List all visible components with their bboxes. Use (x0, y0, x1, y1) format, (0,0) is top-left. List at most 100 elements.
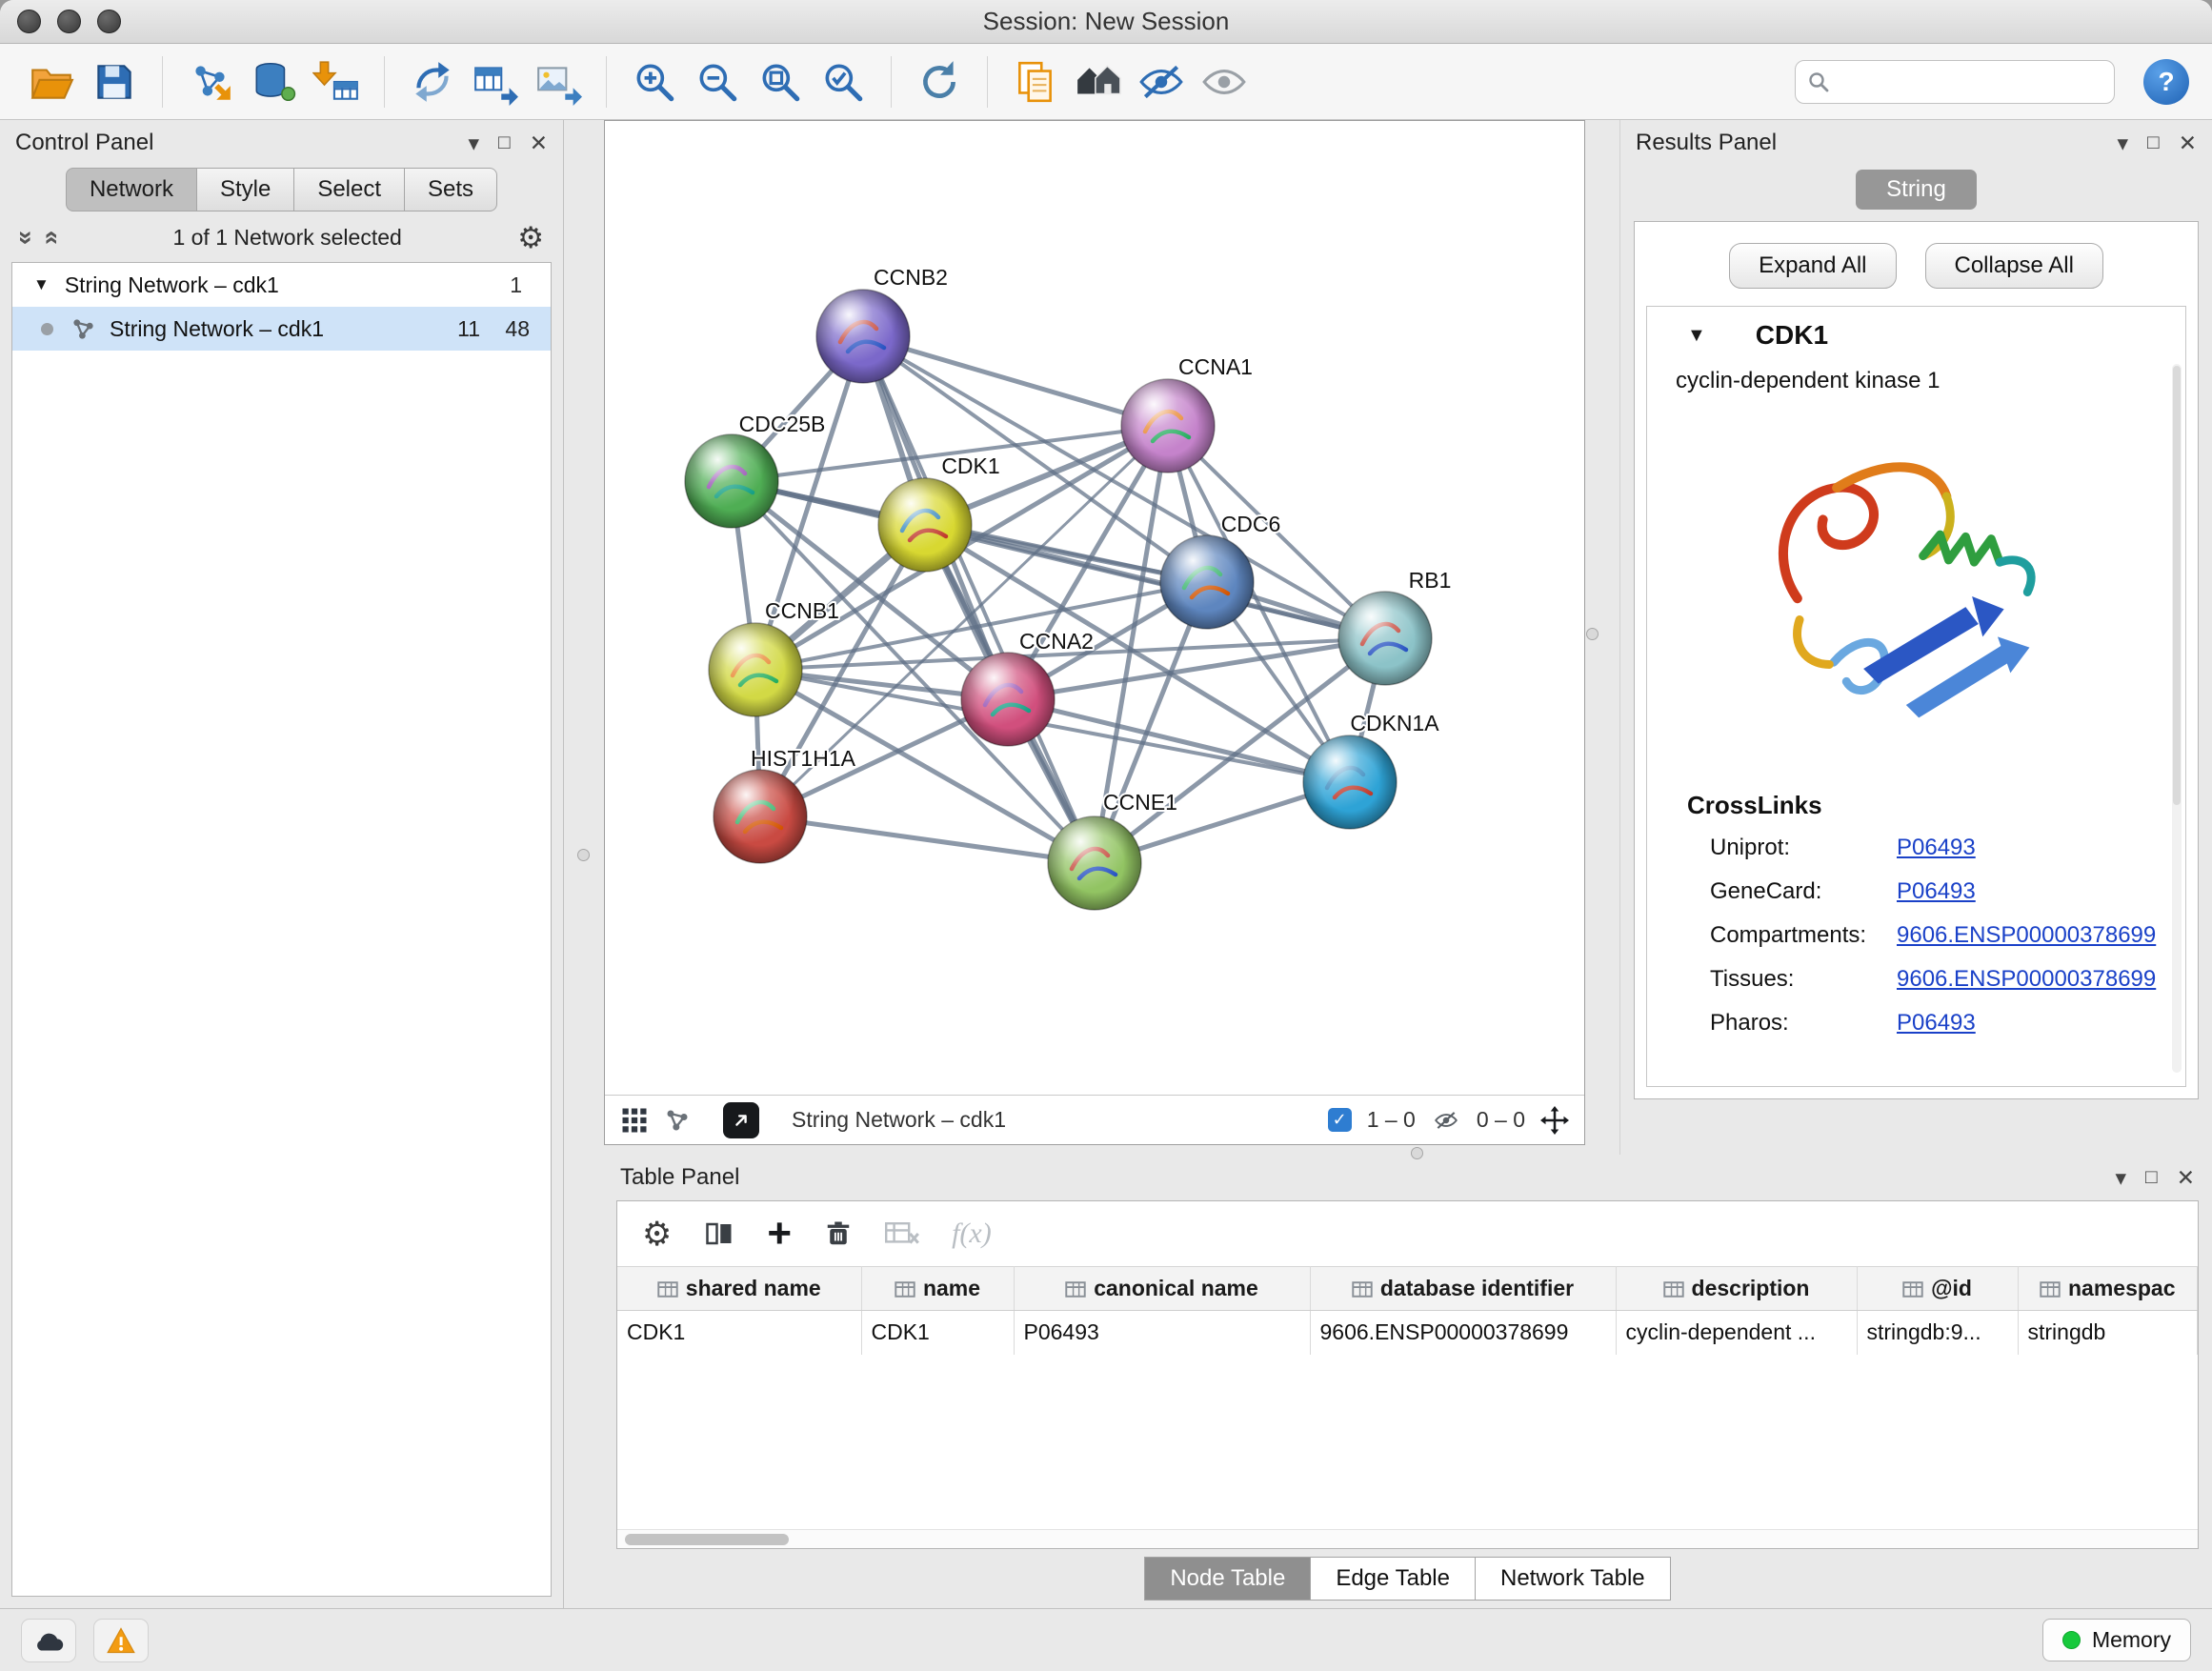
search-box[interactable] (1795, 60, 2115, 104)
help-button[interactable]: ? (2143, 59, 2189, 105)
scrollbar-thumb[interactable] (625, 1534, 789, 1545)
network-node-CDK1[interactable] (878, 478, 972, 572)
float-panel-icon[interactable]: □ (2145, 1166, 2158, 1189)
right-splitter-handle[interactable] (1586, 628, 1599, 640)
crosslink-compartments[interactable]: 9606.ENSP00000378699 (1897, 922, 2156, 949)
network-edge-HIST1H1A-CCNE1[interactable] (760, 816, 1095, 863)
import-network-database-button[interactable] (245, 51, 302, 112)
hidden-eye-slash-icon[interactable] (1431, 1108, 1461, 1133)
export-table-button[interactable] (467, 51, 524, 112)
table-row[interactable]: CDK1 CDK1 P06493 9606.ENSP00000378699 cy… (617, 1311, 2198, 1355)
close-window-button[interactable] (17, 10, 41, 33)
crosslink-genecard[interactable]: P06493 (1897, 878, 1976, 905)
column-header-description[interactable]: description (1616, 1267, 1857, 1311)
network-node-CDC25B[interactable] (685, 434, 778, 528)
memory-button[interactable]: Memory (2042, 1619, 2191, 1661)
expand-all-button[interactable]: Expand All (1729, 243, 1896, 289)
selected-checkbox-icon[interactable]: ✓ (1328, 1108, 1352, 1132)
pan-crosshair-icon[interactable] (1540, 1106, 1569, 1135)
cell-name[interactable]: CDK1 (861, 1311, 1014, 1355)
network-node-CCNA2[interactable] (961, 653, 1055, 746)
left-splitter-handle[interactable] (577, 849, 590, 861)
horizontal-splitter-handle[interactable] (1411, 1147, 1423, 1159)
columns-icon[interactable] (704, 1219, 734, 1248)
export-image-button[interactable] (530, 51, 587, 112)
card-scrollbar[interactable] (2172, 364, 2182, 1073)
crosslink-pharos[interactable]: P06493 (1897, 1010, 1976, 1037)
network-canvas[interactable]: CCNB2CCNA1CDC25BCDK1CDC6RB1CCNB1CCNA2CDK… (605, 121, 1584, 1095)
column-header-shared-name[interactable]: shared name (617, 1267, 861, 1311)
column-header-database-identifier[interactable]: database identifier (1310, 1267, 1616, 1311)
close-panel-icon[interactable]: ✕ (2177, 1165, 2195, 1191)
network-node-CCNE1[interactable] (1048, 816, 1141, 910)
tab-string[interactable]: String (1856, 170, 1977, 210)
network-node-RB1[interactable] (1338, 592, 1432, 685)
network-options-gear-icon[interactable]: ⚙ (517, 223, 544, 252)
search-input[interactable] (1840, 70, 2102, 94)
zoom-fit-button[interactable] (752, 51, 809, 112)
delete-column-trash-icon[interactable] (824, 1218, 853, 1249)
column-header-name[interactable]: name (861, 1267, 1014, 1311)
crosslink-tissues[interactable]: 9606.ENSP00000378699 (1897, 966, 2156, 993)
card-expander-icon[interactable]: ▼ (1687, 325, 1706, 347)
network-node-CCNB2[interactable] (816, 290, 910, 383)
new-network-button[interactable] (404, 51, 461, 112)
tab-sets[interactable]: Sets (405, 168, 497, 211)
collapse-all-button[interactable]: Collapse All (1925, 243, 2103, 289)
refresh-view-button[interactable] (911, 51, 968, 112)
tab-style[interactable]: Style (197, 168, 294, 211)
column-header-canonical-name[interactable]: canonical name (1014, 1267, 1310, 1311)
column-header-namespace[interactable]: namespac (2018, 1267, 2198, 1311)
tab-edge-table[interactable]: Edge Table (1311, 1557, 1476, 1601)
network-glyph-icon[interactable] (664, 1107, 691, 1134)
open-session-button[interactable] (23, 51, 80, 112)
cell-canonical-name[interactable]: P06493 (1014, 1311, 1310, 1355)
cell-id[interactable]: stringdb:9... (1857, 1311, 2018, 1355)
hide-graphics-button[interactable] (1133, 51, 1190, 112)
float-panel-icon[interactable]: □ (498, 131, 511, 154)
network-node-CCNA1[interactable] (1121, 379, 1215, 473)
tab-select[interactable]: Select (294, 168, 405, 211)
table-horizontal-scrollbar[interactable] (617, 1529, 2198, 1548)
cloud-status-button[interactable] (21, 1619, 76, 1662)
network-node-CDC6[interactable] (1160, 535, 1254, 629)
import-network-file-button[interactable] (182, 51, 239, 112)
tab-node-table[interactable]: Node Table (1144, 1557, 1311, 1601)
zoom-in-button[interactable] (626, 51, 683, 112)
tree-expander-icon[interactable]: ▼ (33, 275, 50, 294)
duplicate-network-button[interactable] (1007, 51, 1064, 112)
cell-database-identifier[interactable]: 9606.ENSP00000378699 (1310, 1311, 1616, 1355)
tab-network-table[interactable]: Network Table (1476, 1557, 1671, 1601)
float-panel-icon[interactable]: □ (2147, 131, 2160, 154)
network-row-selected[interactable]: String Network – cdk1 11 48 (12, 307, 551, 351)
add-column-icon[interactable]: + (767, 1217, 792, 1250)
zoom-out-button[interactable] (689, 51, 746, 112)
close-panel-icon[interactable]: ✕ (530, 131, 548, 156)
table-settings-gear-icon[interactable]: ⚙ (642, 1218, 672, 1251)
crosslink-uniprot[interactable]: P06493 (1897, 835, 1976, 861)
network-edge-CCNB2-CCNE1[interactable] (863, 336, 1095, 863)
tab-network[interactable]: Network (66, 168, 197, 211)
cell-shared-name[interactable]: CDK1 (617, 1311, 861, 1355)
string-home-button[interactable] (1070, 51, 1127, 112)
detach-view-button[interactable] (723, 1102, 759, 1138)
zoom-selected-button[interactable] (814, 51, 872, 112)
network-collection-row[interactable]: ▼ String Network – cdk1 1 (12, 263, 551, 307)
network-node-CCNB1[interactable] (709, 623, 802, 716)
network-node-CDKN1A[interactable] (1303, 735, 1397, 829)
network-edge-CDK1-RB1[interactable] (925, 525, 1385, 638)
show-graphics-button[interactable] (1196, 51, 1253, 112)
import-table-file-button[interactable] (308, 51, 365, 112)
zoom-window-button[interactable] (97, 10, 121, 33)
grid-view-icon[interactable] (620, 1106, 649, 1135)
warnings-button[interactable] (93, 1619, 149, 1662)
panel-menu-icon[interactable]: ▾ (2115, 1165, 2126, 1191)
cell-description[interactable]: cyclin-dependent ... (1616, 1311, 1857, 1355)
panel-menu-icon[interactable]: ▾ (2117, 131, 2128, 156)
network-node-HIST1H1A[interactable] (714, 770, 807, 863)
panel-menu-icon[interactable]: ▾ (468, 131, 479, 156)
minimize-window-button[interactable] (57, 10, 81, 33)
save-session-button[interactable] (86, 51, 143, 112)
expand-all-icon[interactable]: » (37, 231, 63, 245)
close-panel-icon[interactable]: ✕ (2179, 131, 2197, 156)
